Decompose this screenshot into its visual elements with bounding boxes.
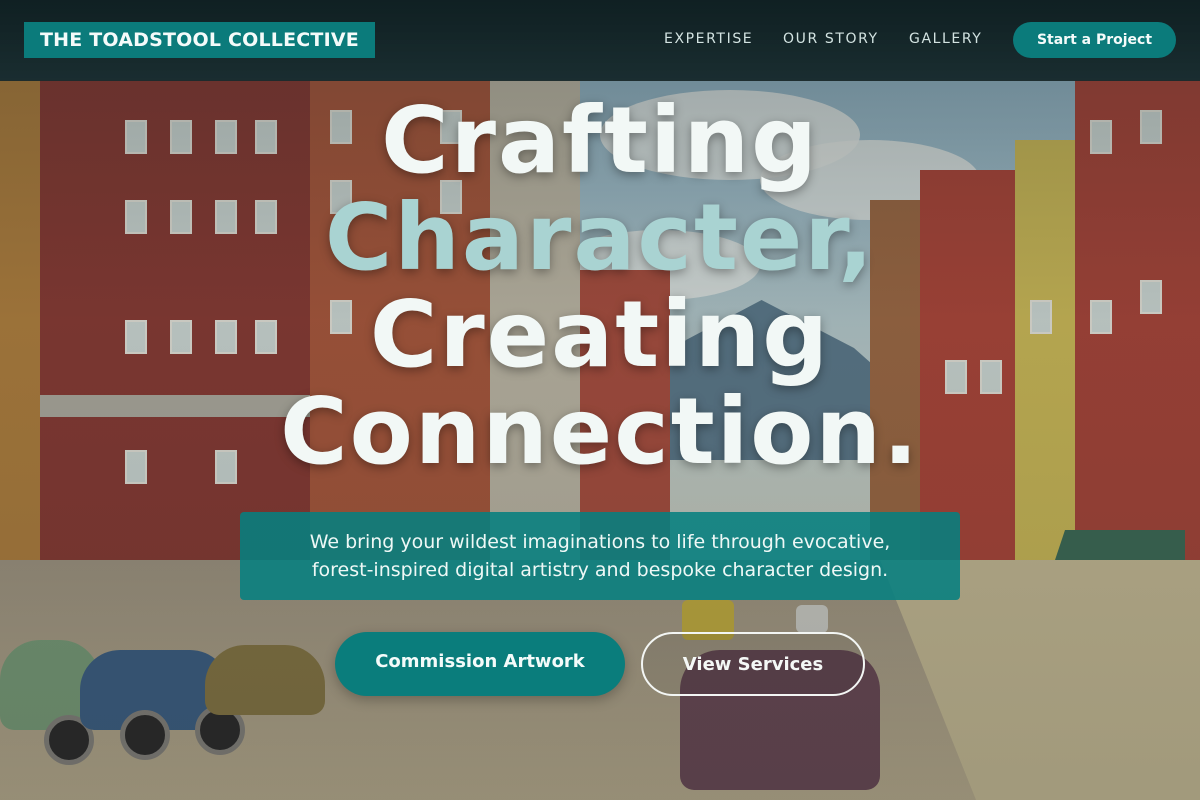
nav-item-gallery[interactable]: GALLERY xyxy=(909,31,982,47)
headline-line-4: Connection. xyxy=(280,378,920,485)
headline-line-3: Creating xyxy=(369,281,831,388)
hero-headline: Crafting Character, Creating Connection. xyxy=(0,92,1200,480)
headline-line-2: Character, xyxy=(324,184,876,291)
brand-logo[interactable]: THE TOADSTOOL COLLECTIVE xyxy=(24,22,375,58)
site-header: THE TOADSTOOL COLLECTIVE EXPERTISE OUR S… xyxy=(0,0,1200,81)
nav-item-expertise[interactable]: EXPERTISE xyxy=(664,31,753,47)
headline-line-1: Crafting xyxy=(381,87,819,194)
start-project-button[interactable]: Start a Project xyxy=(1013,22,1176,58)
commission-artwork-button[interactable]: Commission Artwork xyxy=(335,632,625,696)
tagline-line-2: forest-inspired digital artistry and bes… xyxy=(311,559,889,581)
nav-item-our-story[interactable]: OUR STORY xyxy=(783,31,879,47)
tagline-line-1: We bring your wildest imaginations to li… xyxy=(309,531,891,553)
hero-tagline: We bring your wildest imaginations to li… xyxy=(240,512,960,600)
view-services-button[interactable]: View Services xyxy=(641,632,865,696)
